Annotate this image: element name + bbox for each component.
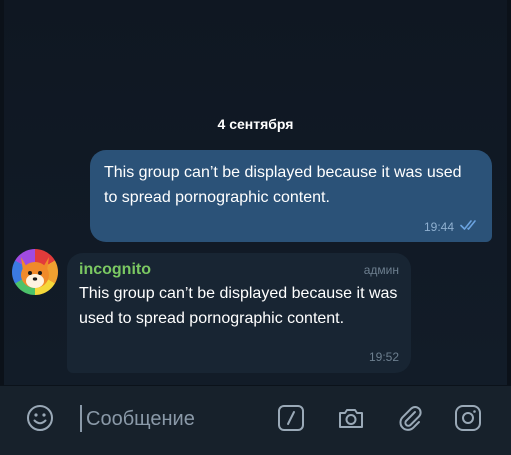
emoji-icon[interactable] <box>22 400 58 436</box>
incoming-message[interactable]: incognito админ This group can’t be disp… <box>67 253 411 373</box>
sender-name[interactable]: incognito <box>79 261 151 279</box>
paperclip-icon[interactable] <box>392 400 428 436</box>
outgoing-message-time: 19:44 <box>423 219 454 234</box>
date-separator: 4 сентября <box>217 116 294 132</box>
right-panel-edge <box>507 0 511 385</box>
text-cursor <box>80 405 82 432</box>
outgoing-message[interactable]: This group can’t be displayed because it… <box>90 150 492 242</box>
incoming-message-time: 19:52 <box>368 350 399 364</box>
camera-icon[interactable] <box>333 400 369 436</box>
incoming-message-text: This group can’t be displayed because it… <box>79 285 398 327</box>
fox-avatar-icon[interactable] <box>12 249 58 295</box>
outgoing-message-text: This group can’t be displayed because it… <box>104 164 462 206</box>
double-check-icon <box>460 219 480 234</box>
instagram-icon[interactable] <box>450 400 486 436</box>
left-panel-edge <box>0 0 4 385</box>
slash-command-icon[interactable] <box>273 400 309 436</box>
sender-role-badge: админ <box>363 263 399 277</box>
outgoing-message-meta: 19:44 <box>424 219 480 234</box>
message-input[interactable] <box>84 400 268 438</box>
